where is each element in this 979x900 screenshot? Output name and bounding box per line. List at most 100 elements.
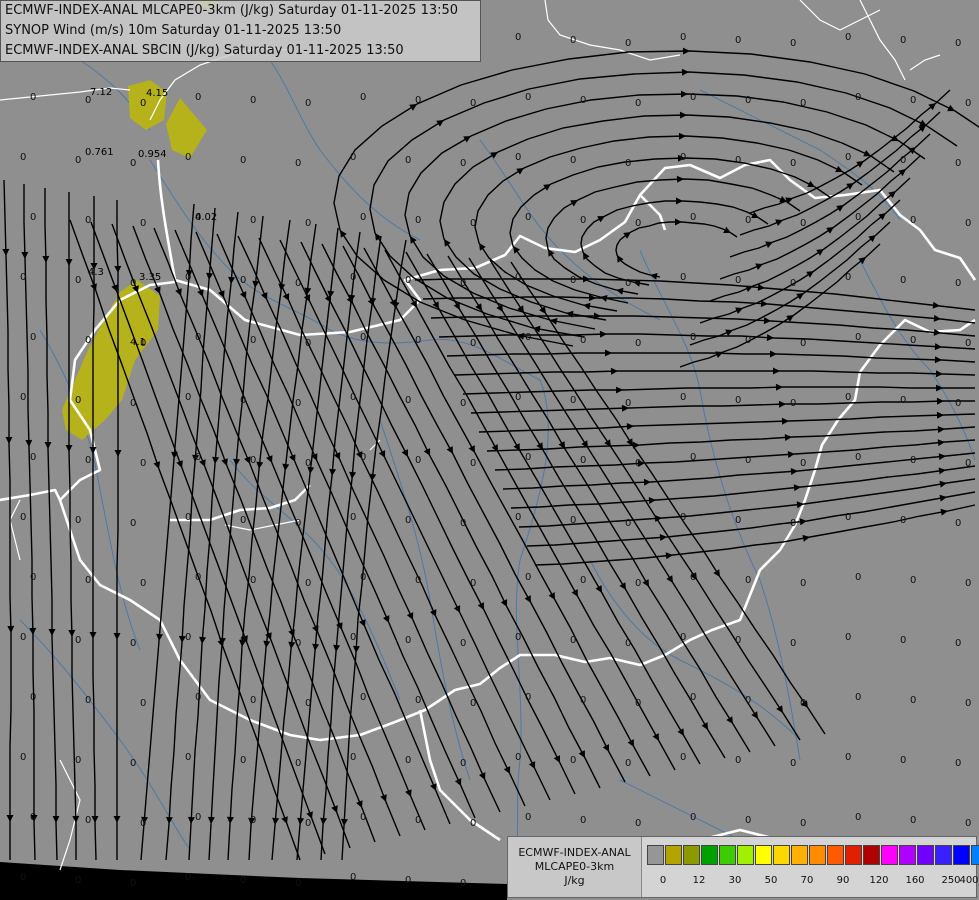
sbcin-value: 0 [405,875,411,886]
sbcin-value: 0 [195,452,201,463]
legend-title-unit: J/kg [564,874,585,887]
sbcin-value: 0 [910,815,916,826]
sbcin-value: 0 [460,158,466,169]
sbcin-value: 0 [240,155,246,166]
sbcin-value: 0 [130,278,136,289]
sbcin-value: 0 [525,92,531,103]
sbcin-value: 0 [570,155,576,166]
sbcin-value: 0 [350,632,356,643]
sbcin-value: 0 [855,92,861,103]
sbcin-value: 0 [140,98,146,109]
legend-tick-label: 90 [836,875,850,886]
sbcin-value: 0 [525,692,531,703]
sbcin-value: 0 [295,158,301,169]
legend-swatch-11 [845,845,862,865]
sbcin-value: 0 [195,692,201,703]
sbcin-value: 0 [405,275,411,286]
sbcin-value: 0 [745,215,751,226]
map-title-box: ECMWF-INDEX-ANAL MLCAPE0-3km (J/kg) Satu… [0,0,481,62]
sbcin-value: 0 [305,458,311,469]
sbcin-value: 0 [470,458,476,469]
sbcin-value: 0 [635,818,641,829]
legend-title: ECMWF-INDEX-ANAL MLCAPE0-3km J/kg [508,837,642,897]
sbcin-value: 0 [625,398,631,409]
sbcin-value: 0 [185,512,191,523]
sbcin-value: 0 [800,818,806,829]
sbcin-value: 0 [20,632,26,643]
station-value: 4.1 [130,337,146,348]
legend-swatch-10 [827,845,844,865]
legend-title-parameter: MLCAPE0-3km [534,860,615,873]
sbcin-value: 0 [800,578,806,589]
legend-tick-label: 12 [692,875,706,886]
sbcin-value: 0 [515,272,521,283]
sbcin-value: 0 [635,98,641,109]
sbcin-value: 0 [415,815,421,826]
sbcin-value: 0 [735,155,741,166]
station-value: 4.3 [88,267,104,278]
sbcin-value: 0 [85,695,91,706]
sbcin-value: 0 [800,338,806,349]
sbcin-value: 0 [295,278,301,289]
sbcin-value: 0 [360,572,366,583]
sbcin-value: 0 [515,32,521,43]
sbcin-value: 0 [790,518,796,529]
sbcin-value: 0 [800,218,806,229]
sbcin-value: 0 [625,758,631,769]
sbcin-value: 0 [85,455,91,466]
sbcin-value: 0 [735,515,741,526]
station-value: 4.02 [195,212,217,223]
sbcin-value: 0 [470,818,476,829]
sbcin-value: 0 [525,332,531,343]
sbcin-value: 0 [305,698,311,709]
sbcin-value: 0 [580,695,586,706]
sbcin-value: 0 [30,212,36,223]
sbcin-value: 0 [140,698,146,709]
sbcin-value: 0 [690,812,696,823]
sbcin-value: 0 [855,212,861,223]
sbcin-value: 0 [405,155,411,166]
sbcin-value: 0 [900,635,906,646]
sbcin-value: 0 [745,695,751,706]
legend-swatch-12 [863,845,880,865]
sbcin-value: 0 [240,395,246,406]
sbcin-value: 0 [800,458,806,469]
sbcin-value: 0 [625,518,631,529]
sbcin-value: 0 [845,32,851,43]
title-line-wind: SYNOP Wind (m/s) 10m Saturday 01-11-2025… [5,23,342,38]
sbcin-value: 0 [680,752,686,763]
sbcin-value: 0 [75,875,81,886]
legend-swatch-7 [773,845,790,865]
sbcin-value: 0 [350,512,356,523]
sbcin-value: 0 [240,515,246,526]
sbcin-value: 0 [955,278,961,289]
legend-swatch-17 [953,845,970,865]
sbcin-value: 0 [85,575,91,586]
map-canvas[interactable]: 0 0 0 0 0 0 0 0 0 0 0 0 0 0 0 0 0 0 0 0 0 0 0 0 0 0 0 0 0 0 0 0 0 0 0 0 0 0 0 0… [0,0,979,900]
legend-tick-label: 250 [941,875,961,886]
legend-swatch-14 [899,845,916,865]
sbcin-value: 0 [305,818,311,829]
sbcin-value: 0 [360,212,366,223]
sbcin-value: 0 [415,215,421,226]
sbcin-value: 0 [580,815,586,826]
legend-swatch-3 [701,845,718,865]
sbcin-value: 0 [680,32,686,43]
sbcin-value: 0 [955,758,961,769]
sbcin-value: 0 [525,812,531,823]
color-legend: ECMWF-INDEX-ANAL MLCAPE0-3km J/kg 0 12 30 5… [507,836,979,898]
sbcin-value: 0 [30,692,36,703]
sbcin-value: 0 [250,455,256,466]
sbcin-value: 0 [405,515,411,526]
sbcin-value: 0 [460,398,466,409]
legend-swatch-16 [935,845,952,865]
sbcin-value: 0 [460,758,466,769]
sbcin-value: 0 [690,332,696,343]
sbcin-value: 0 [955,398,961,409]
sbcin-value: 0 [735,635,741,646]
sbcin-value: 0 [910,95,916,106]
sbcin-value: 0 [955,518,961,529]
legend-swatch-8 [791,845,808,865]
sbcin-value: 0 [240,875,246,886]
sbcin-value: 0 [470,218,476,229]
